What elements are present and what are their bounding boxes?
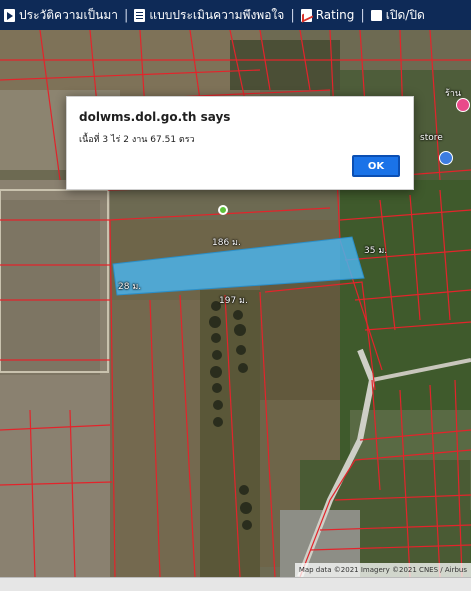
toolbar-item-toggle[interactable]: เปิด/ปิด	[367, 6, 429, 25]
map-pin-icon[interactable]	[456, 98, 470, 112]
checkbox-icon[interactable]	[370, 9, 382, 21]
toolbar-item-rating-label: Rating	[315, 8, 355, 22]
store-label: store	[420, 133, 443, 143]
dialog-title: dolwms.dol.go.th says	[79, 110, 231, 124]
parcel-top-edge-label: 186 ม.	[212, 238, 241, 248]
play-icon	[4, 8, 15, 22]
toolbar-separator: |	[124, 7, 129, 23]
chart-icon	[300, 8, 312, 22]
screen: ประวัติความเป็นมา | แบบประเมินความพึงพอใ…	[0, 0, 471, 591]
dialog-message: เนื้อที่ 3 ไร่ 2 งาน 67.51 ตรว	[79, 135, 195, 145]
toolbar-separator: |	[290, 7, 295, 23]
parcel-bottom-edge-label: 197 ม.	[219, 296, 248, 306]
location-marker-icon[interactable]	[218, 205, 228, 215]
ok-button[interactable]: OK	[352, 155, 400, 177]
parcel-right-edge-label: 35 ม.	[364, 246, 388, 256]
toolbar-item-rating[interactable]: Rating	[297, 8, 359, 22]
toolbar-item-toggle-label: เปิด/ปิด	[385, 7, 425, 22]
toolbar-separator: |	[360, 7, 365, 23]
document-icon	[134, 8, 146, 22]
toolbar-item-survey-label: แบบประเมินความพึงพอใจ	[149, 7, 285, 22]
toolbar-item-history-label: ประวัติความเป็นมา	[19, 7, 119, 22]
top-toolbar: ประวัติความเป็นมา | แบบประเมินความพึงพอใ…	[0, 0, 471, 30]
bottom-strip	[0, 577, 471, 591]
map-attribution: Map data ©2021 Imagery ©2021 CNES / Airb…	[294, 563, 471, 577]
alert-dialog: dolwms.dol.go.th says เนื้อที่ 3 ไร่ 2 ง…	[66, 96, 414, 190]
parcel-left-edge-label: 28 ม.	[118, 282, 142, 292]
shop-pin-icon[interactable]	[439, 151, 453, 165]
toolbar-item-history[interactable]: ประวัติความเป็นมา	[0, 6, 122, 25]
toolbar-item-survey[interactable]: แบบประเมินความพึงพอใจ	[130, 6, 288, 25]
